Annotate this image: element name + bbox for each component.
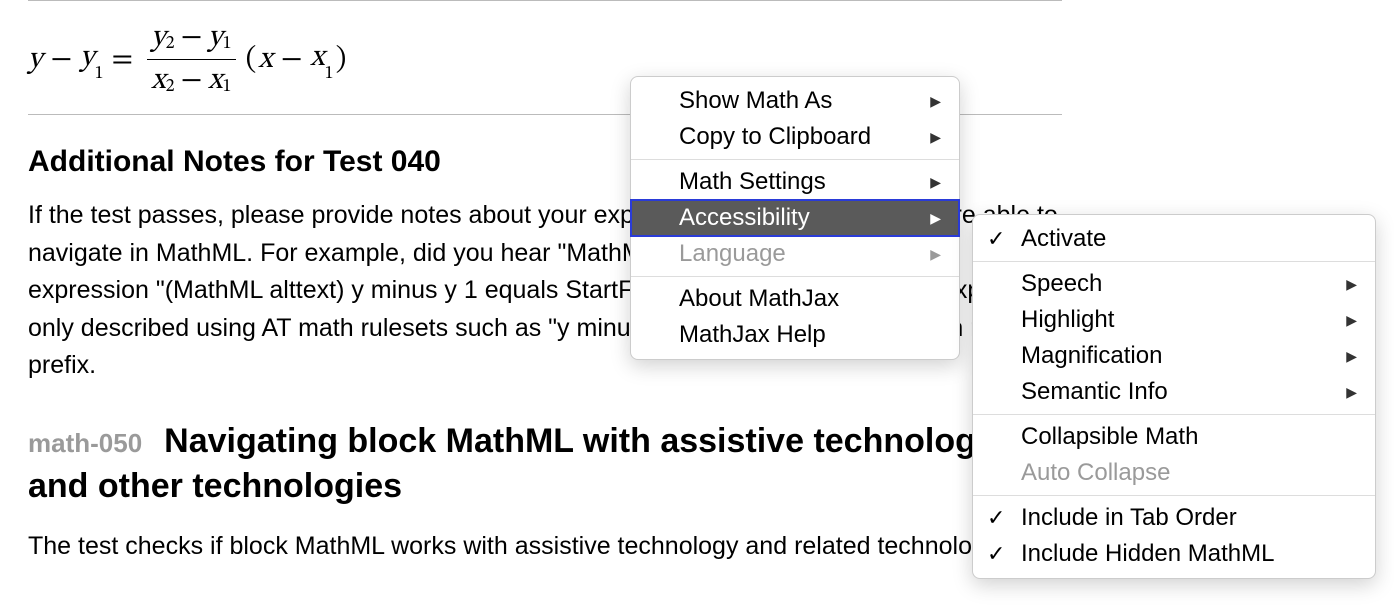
menu-item-about-mathjax[interactable]: About MathJax xyxy=(631,281,959,317)
menu-item-label: Accessibility xyxy=(679,204,912,232)
menu-item-label: Include Hidden MathML xyxy=(1021,540,1357,568)
menu-item-label: Collapsible Math xyxy=(1021,423,1357,451)
menu-item-mathjax-help[interactable]: MathJax Help xyxy=(631,317,959,353)
op-equals: = xyxy=(106,41,140,79)
submenu-item-highlight[interactable]: Highlight ▶ xyxy=(973,302,1375,338)
menu-item-label: Magnification xyxy=(1021,342,1328,370)
op-minus: − xyxy=(45,41,79,79)
var-y1: y1 xyxy=(80,39,103,80)
submenu-arrow-icon: ▶ xyxy=(930,246,941,263)
fraction: y2 − y1 x2 − x1 xyxy=(147,19,235,100)
menu-item-label: Include in Tab Order xyxy=(1021,504,1357,532)
submenu-arrow-icon: ▶ xyxy=(1346,384,1357,401)
submenu-arrow-icon: ▶ xyxy=(930,93,941,110)
fraction-denominator: x2 − x1 xyxy=(147,62,235,100)
test-body: The test checks if block MathML works wi… xyxy=(28,528,1062,566)
submenu-item-include-in-tab-order[interactable]: ✓ Include in Tab Order xyxy=(973,500,1375,536)
submenu-item-auto-collapse: Auto Collapse xyxy=(973,455,1375,491)
menu-separator xyxy=(973,414,1375,415)
submenu-arrow-icon: ▶ xyxy=(930,129,941,146)
menu-item-label: Copy to Clipboard xyxy=(679,123,912,151)
menu-separator xyxy=(631,159,959,160)
menu-item-label: About MathJax xyxy=(679,285,941,313)
submenu-arrow-icon: ▶ xyxy=(1346,276,1357,293)
menu-item-label: Language xyxy=(679,240,912,268)
submenu-item-activate[interactable]: ✓ Activate xyxy=(973,221,1375,257)
check-icon: ✓ xyxy=(987,541,1005,567)
var-y: y xyxy=(28,41,43,79)
menu-item-label: MathJax Help xyxy=(679,321,941,349)
submenu-item-include-hidden-mathml[interactable]: ✓ Include Hidden MathML xyxy=(973,536,1375,572)
var-x: x xyxy=(258,41,272,79)
check-icon: ✓ xyxy=(987,505,1005,531)
test-title: Navigating block MathML with assistive t… xyxy=(28,422,995,506)
accessibility-submenu[interactable]: ✓ Activate Speech ▶ Highlight ▶ Magnification ▶… xyxy=(972,214,1376,579)
submenu-item-magnification[interactable]: Magnification ▶ xyxy=(973,338,1375,374)
menu-item-label: Activate xyxy=(1021,225,1357,253)
menu-item-accessibility[interactable]: Accessibility ▶ xyxy=(631,200,959,236)
menu-item-label: Math Settings xyxy=(679,168,912,196)
submenu-arrow-icon: ▶ xyxy=(930,210,941,227)
test-heading: math-050Navigating block MathML with ass… xyxy=(28,419,1062,511)
paren-right: ) xyxy=(336,41,349,79)
submenu-item-speech[interactable]: Speech ▶ xyxy=(973,266,1375,302)
menu-item-label: Show Math As xyxy=(679,87,912,115)
submenu-arrow-icon: ▶ xyxy=(1346,348,1357,365)
menu-separator xyxy=(631,276,959,277)
submenu-item-semantic-info[interactable]: Semantic Info ▶ xyxy=(973,374,1375,410)
check-icon: ✓ xyxy=(987,226,1005,252)
fraction-numerator: y2 − y1 xyxy=(147,19,235,57)
var-x1: x1 xyxy=(310,39,333,80)
menu-item-label: Highlight xyxy=(1021,306,1328,334)
test-id: math-050 xyxy=(28,428,142,458)
menu-item-language: Language ▶ xyxy=(631,236,959,272)
menu-separator xyxy=(973,261,1375,262)
submenu-arrow-icon: ▶ xyxy=(1346,312,1357,329)
op-minus-rhs: − xyxy=(275,41,309,79)
menu-item-copy-to-clipboard[interactable]: Copy to Clipboard ▶ xyxy=(631,119,959,155)
fraction-bar xyxy=(147,59,235,60)
submenu-item-collapsible-math[interactable]: Collapsible Math xyxy=(973,419,1375,455)
menu-item-label: Semantic Info xyxy=(1021,378,1328,406)
submenu-arrow-icon: ▶ xyxy=(930,174,941,191)
mathjax-context-menu[interactable]: Show Math As▶Copy to Clipboard▶Math Sett… xyxy=(630,76,960,360)
menu-item-label: Speech xyxy=(1021,270,1328,298)
menu-item-math-settings[interactable]: Math Settings ▶ xyxy=(631,164,959,200)
menu-item-show-math-as[interactable]: Show Math As ▶ xyxy=(631,83,959,119)
paren-left: ( xyxy=(244,41,257,79)
menu-item-label: Auto Collapse xyxy=(1021,459,1357,487)
menu-separator xyxy=(973,495,1375,496)
